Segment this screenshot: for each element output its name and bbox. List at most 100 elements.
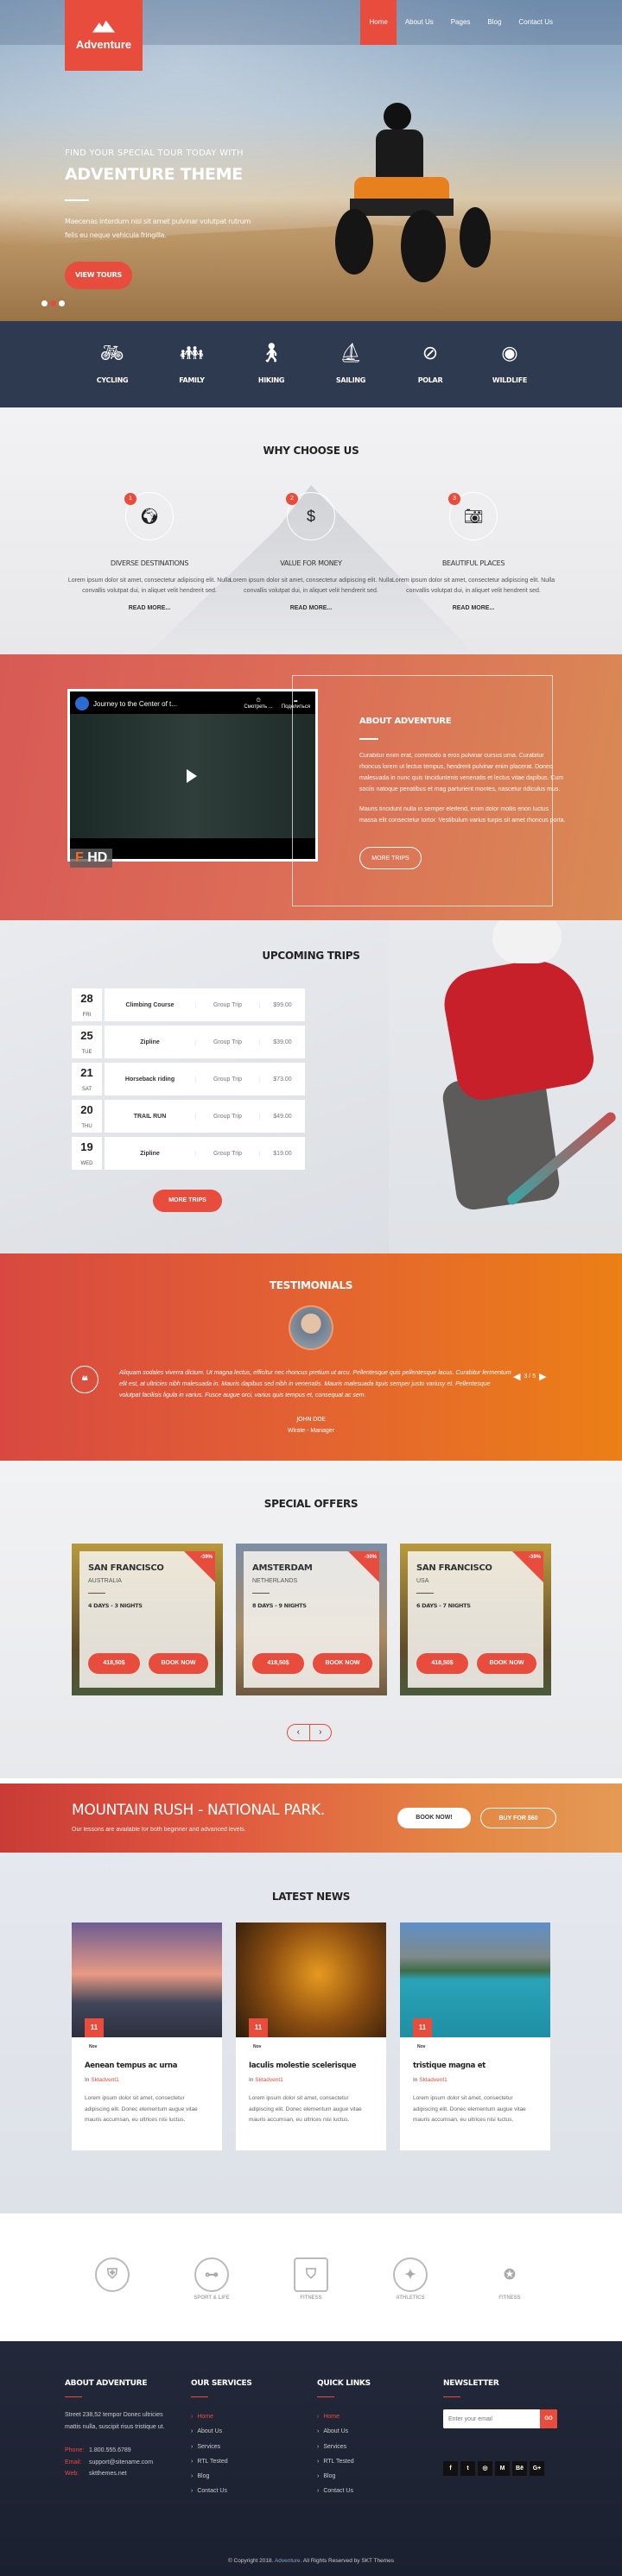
why-item-text: Lorem ipsum dolor sit amet, consectetur … <box>67 578 232 594</box>
trip-row[interactable]: 19 WED Zipline Group Trip $19.00 <box>72 1137 305 1170</box>
menu-contact-us[interactable]: Contact Us <box>510 0 562 45</box>
newsletter-go-button[interactable]: GO <box>540 2409 557 2428</box>
news-card[interactable]: 11 Nov Iaculis molestie scelerisque In S… <box>236 1923 386 2150</box>
trip-type: Group Trip <box>195 1113 260 1120</box>
newsletter-email-input[interactable] <box>443 2409 540 2428</box>
footer-service-link[interactable]: About Us <box>191 2424 252 2439</box>
news-card[interactable]: 11 Nov Aenean tempus ac urna In Sktadven… <box>72 1923 222 2150</box>
helmet-logo-icon: ⛨ <box>95 2257 130 2292</box>
read-more-link[interactable]: READ MORE... <box>383 605 564 611</box>
next-offer-button[interactable]: › <box>308 1725 332 1740</box>
trip-date: 21 SAT <box>72 1063 102 1095</box>
footer-web[interactable]: sktthemes.net <box>89 2471 127 2477</box>
trip-row[interactable]: 21 SAT Horseback riding Group Trip $73.00 <box>72 1063 305 1095</box>
category-label: SAILING <box>335 376 366 384</box>
footer-service-link[interactable]: Services <box>191 2440 252 2454</box>
news-category-link[interactable]: Sktadvent1 <box>419 2077 447 2083</box>
more-trips-outline-button[interactable]: MORE TRIPS <box>359 847 422 869</box>
footer-email[interactable]: support@sitename.com <box>89 2459 153 2466</box>
slide-dot-2[interactable] <box>50 300 56 306</box>
footer-service-link[interactable]: Home <box>191 2409 252 2424</box>
category-hiking[interactable]: 🚶︎ HIKING <box>232 321 311 407</box>
cta-text: Our lessons are available for both begin… <box>72 1827 246 1833</box>
category-cycling[interactable]: 🚲︎ CYCLING <box>73 321 152 407</box>
skier-image <box>389 920 622 1253</box>
footer-quick-link[interactable]: Services <box>317 2440 371 2454</box>
footer-quick-link[interactable]: RTL Tested <box>317 2454 371 2469</box>
footer-quick-link[interactable]: About Us <box>317 2424 371 2439</box>
footer-service-link[interactable]: Contact Us <box>191 2484 252 2498</box>
trip-row[interactable]: 20 THU TRAIL RUN Group Trip $49.00 <box>72 1100 305 1133</box>
offer-price-button[interactable]: 418,50$ <box>416 1653 468 1674</box>
video-title[interactable]: Journey to the Center of t... <box>93 700 177 708</box>
google-plus-icon[interactable]: G+ <box>530 2461 544 2476</box>
why-icon-circle: 1 🌍︎ <box>124 492 174 540</box>
hd-badge: F HD <box>70 849 113 868</box>
offer-city: AMSTERDAM <box>252 1563 313 1573</box>
category-polar[interactable]: ⊘ POLAR <box>390 321 470 407</box>
news-category-link[interactable]: Sktadvent1 <box>91 2077 119 2083</box>
partner-logo[interactable]: ⛉ FITNESS <box>281 2257 341 2301</box>
news-title-link[interactable]: Iaculis molestie scelerisque <box>236 2049 386 2070</box>
news-title-link[interactable]: tristique magna et <box>400 2049 550 2070</box>
facebook-icon[interactable]: f <box>443 2461 458 2476</box>
twitter-icon[interactable]: t <box>460 2461 475 2476</box>
book-now-button[interactable]: BOOK NOW <box>477 1653 536 1674</box>
news-category-link[interactable]: Sktadvent1 <box>255 2077 283 2083</box>
book-now-button[interactable]: BOOK NOW <box>313 1653 372 1674</box>
buy-cta-button[interactable]: BUY FOR $60 <box>480 1808 556 1828</box>
footer-quick-link[interactable]: Contact Us <box>317 2484 371 2498</box>
behance-icon[interactable]: Bē <box>512 2461 527 2476</box>
read-more-link[interactable]: READ MORE... <box>59 605 240 611</box>
hd-label: HD <box>87 850 108 865</box>
category-family[interactable]: 👪︎ FAMILY <box>152 321 232 407</box>
book-now-cta-button[interactable]: BOOK NOW! <box>397 1808 471 1828</box>
testimonial-avatar <box>289 1305 333 1350</box>
trip-price: $99.00 <box>273 1001 292 1008</box>
category-sailing[interactable]: ⛵︎ SAILING <box>311 321 390 407</box>
medium-icon[interactable]: M <box>495 2461 510 2476</box>
footer-services-title: OUR SERVICES <box>191 2379 252 2388</box>
partner-logo[interactable]: ✦ ATHLETICS <box>380 2257 441 2301</box>
menu-home[interactable]: Home <box>360 0 397 45</box>
hero-section: Adventure Home About Us Pages Blog Conta… <box>0 0 622 321</box>
footer-quick-link[interactable]: Blog <box>317 2469 371 2484</box>
read-more-link[interactable]: READ MORE... <box>220 605 402 611</box>
channel-avatar-icon <box>75 697 89 710</box>
watch-later-button[interactable]: 🕒︎ Смотреть ... <box>244 698 272 710</box>
offer-price-button[interactable]: 418,50$ <box>252 1653 304 1674</box>
category-label: HIKING <box>257 376 285 384</box>
news-card[interactable]: 11 Nov tristique magna et In Sktadvent1 … <box>400 1923 550 2150</box>
book-now-button[interactable]: BOOK NOW <box>149 1653 208 1674</box>
site-logo[interactable]: Adventure <box>65 0 143 71</box>
news-month: Nov <box>89 2044 98 2049</box>
view-tours-button[interactable]: VIEW TOURS <box>65 262 132 289</box>
why-number-badge: 1 <box>124 493 136 505</box>
copyright-brand-link[interactable]: Adventure. <box>275 2558 301 2564</box>
news-month: Nov <box>417 2044 426 2049</box>
partner-logo[interactable]: ✪ FITNESS <box>479 2257 540 2301</box>
category-wildlife[interactable]: ◉ WILDLIFE <box>470 321 549 407</box>
slide-dot-3[interactable] <box>59 300 65 306</box>
menu-pages[interactable]: Pages <box>442 0 479 45</box>
video-embed[interactable]: Journey to the Center of t... 🕒︎ Смотреть… <box>67 689 318 868</box>
more-trips-button[interactable]: MORE TRIPS <box>153 1190 222 1212</box>
menu-blog[interactable]: Blog <box>479 0 510 45</box>
play-icon[interactable] <box>187 769 197 783</box>
prev-offer-button[interactable]: ‹ <box>288 1725 309 1740</box>
trip-row[interactable]: 28 FRI Climbing Course Group Trip $99.00 <box>72 988 305 1021</box>
news-title-link[interactable]: Aenean tempus ac urna <box>72 2049 222 2070</box>
slide-dot-1[interactable] <box>41 300 48 306</box>
prev-testimonial-icon[interactable]: ◀ <box>513 1371 520 1382</box>
instagram-icon[interactable]: ◎ <box>478 2461 492 2476</box>
footer-service-link[interactable]: RTL Tested <box>191 2454 252 2469</box>
partner-logo[interactable]: ⛨ <box>82 2257 143 2295</box>
footer-quick-link[interactable]: Home <box>317 2409 371 2424</box>
next-testimonial-icon[interactable]: ▶ <box>539 1371 546 1382</box>
trip-row[interactable]: 25 TUE Zipline Group Trip $39.00 <box>72 1026 305 1058</box>
offer-price-button[interactable]: 418,50$ <box>88 1653 140 1674</box>
why-number-badge: 3 <box>448 493 460 505</box>
menu-about-us[interactable]: About Us <box>397 0 442 45</box>
partner-logo[interactable]: ⊶ SPORT & LIFE <box>181 2257 242 2301</box>
footer-service-link[interactable]: Blog <box>191 2469 252 2484</box>
